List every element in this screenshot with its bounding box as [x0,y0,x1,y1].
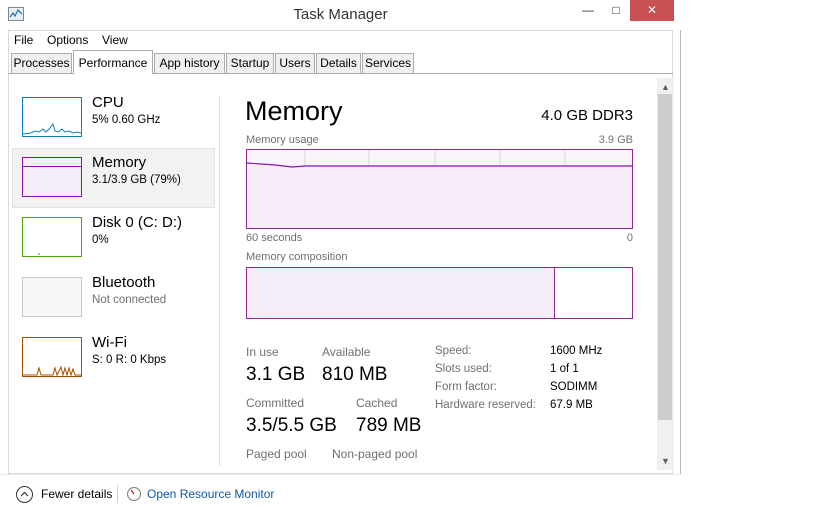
memory-usage-graph [246,149,633,229]
footer-separator [117,485,118,503]
tab-users[interactable]: Users [275,53,315,74]
paged-pool-label: Paged pool [246,447,307,461]
wifi-graph-icon [22,337,82,377]
menu-options[interactable]: Options [47,33,88,47]
sidebar-item-sub: 0% [92,234,109,246]
fewer-details-button[interactable]: Fewer details [41,487,112,501]
task-manager-window: Task Manager — □ ✕ File Options View Pro… [0,0,681,523]
speed-value: 1600 MHz [550,345,603,357]
cached-value: 789 MB [356,415,422,436]
speed-label: Speed: [435,345,472,357]
committed-value: 3.5/5.5 GB [246,415,337,436]
sidebar-divider [219,96,220,466]
in-use-label: In use [246,345,279,359]
available-label: Available [322,345,371,359]
tab-startup[interactable]: Startup [226,53,274,74]
sidebar-item-disk[interactable]: Disk 0 (C: D:) 0% [12,208,215,268]
composition-in-use [247,268,555,318]
minimize-button[interactable]: — [574,0,602,21]
hardware-reserved-label: Hardware reserved: [435,399,536,411]
title-bar[interactable]: Task Manager — □ ✕ [0,0,681,30]
scroll-down-arrow-icon[interactable]: ▼ [657,454,674,468]
sidebar-item-label: Bluetooth [92,274,156,291]
in-use-value: 3.1 GB [246,364,306,385]
sidebar-item-sub: 5% 0.60 GHz [92,114,161,126]
menu-view[interactable]: View [102,33,128,47]
memory-composition-label: Memory composition [246,251,348,263]
slots-used-label: Slots used: [435,363,492,375]
bluetooth-graph-icon [22,277,82,317]
memory-spec: 4.0 GB DDR3 [541,107,633,124]
sidebar-item-wifi[interactable]: Wi-Fi S: 0 R: 0 Kbps [12,328,215,388]
tab-processes[interactable]: Processes [11,53,72,74]
slots-used-value: 1 of 1 [550,363,579,375]
page-title: Memory [245,96,343,126]
sidebar-item-label: CPU [92,94,124,111]
disk-graph-icon [22,217,82,257]
cpu-graph-icon [22,97,82,137]
sidebar-item-label: Wi-Fi [92,334,127,351]
sidebar-item-cpu[interactable]: CPU 5% 0.60 GHz [12,88,215,148]
memory-usage-max: 3.9 GB [598,134,633,146]
scrollbar-thumb[interactable] [658,94,672,420]
memory-composition-bar [246,267,633,319]
memory-usage-label: Memory usage [246,134,319,146]
sidebar-item-sub: Not connected [92,294,167,306]
performance-panel: CPU 5% 0.60 GHz Memory 3.1/3.9 GB (79%) … [8,74,674,474]
vertical-scrollbar[interactable]: ▲ ▼ [657,78,674,470]
scroll-up-arrow-icon[interactable]: ▲ [657,80,674,94]
hardware-reserved-value: 67.9 MB [550,399,593,411]
menu-file[interactable]: File [14,33,33,47]
maximize-button[interactable]: □ [602,0,630,21]
tab-services[interactable]: Services [362,53,414,74]
window-bottom-border [0,514,681,523]
sidebar-item-sub: S: 0 R: 0 Kbps [92,354,167,366]
open-resource-monitor-link[interactable]: Open Resource Monitor [147,487,274,501]
sidebar-item-bluetooth[interactable]: Bluetooth Not connected [12,268,215,328]
footer-bar: Fewer details Open Resource Monitor [0,474,681,514]
tab-performance[interactable]: Performance [73,50,153,74]
committed-label: Committed [246,396,305,410]
desktop-background [681,0,819,523]
available-value: 810 MB [322,364,388,385]
tab-strip: Processes Performance App history Startu… [8,50,673,74]
cached-label: Cached [356,396,398,410]
tab-app-history[interactable]: App history [154,53,225,74]
time-axis-left: 60 seconds [246,232,303,244]
sidebar-item-label: Memory [92,154,147,171]
sidebar-item-memory[interactable]: Memory 3.1/3.9 GB (79%) [12,148,215,208]
resource-monitor-icon[interactable] [126,486,142,502]
memory-usage-chart [246,150,632,228]
memory-graph-icon [22,157,82,197]
sidebar-item-label: Disk 0 (C: D:) [92,214,182,231]
sidebar-item-sub: 3.1/3.9 GB (79%) [92,174,181,186]
form-factor-value: SODIMM [550,381,598,393]
menu-bar: File Options View [8,30,673,50]
close-button[interactable]: ✕ [630,0,674,21]
form-factor-label: Form factor: [435,381,497,393]
tab-details[interactable]: Details [316,53,361,74]
nonpaged-pool-label: Non-paged pool [332,447,418,461]
chevron-up-icon[interactable] [16,486,33,503]
time-axis-right: 0 [626,232,633,244]
